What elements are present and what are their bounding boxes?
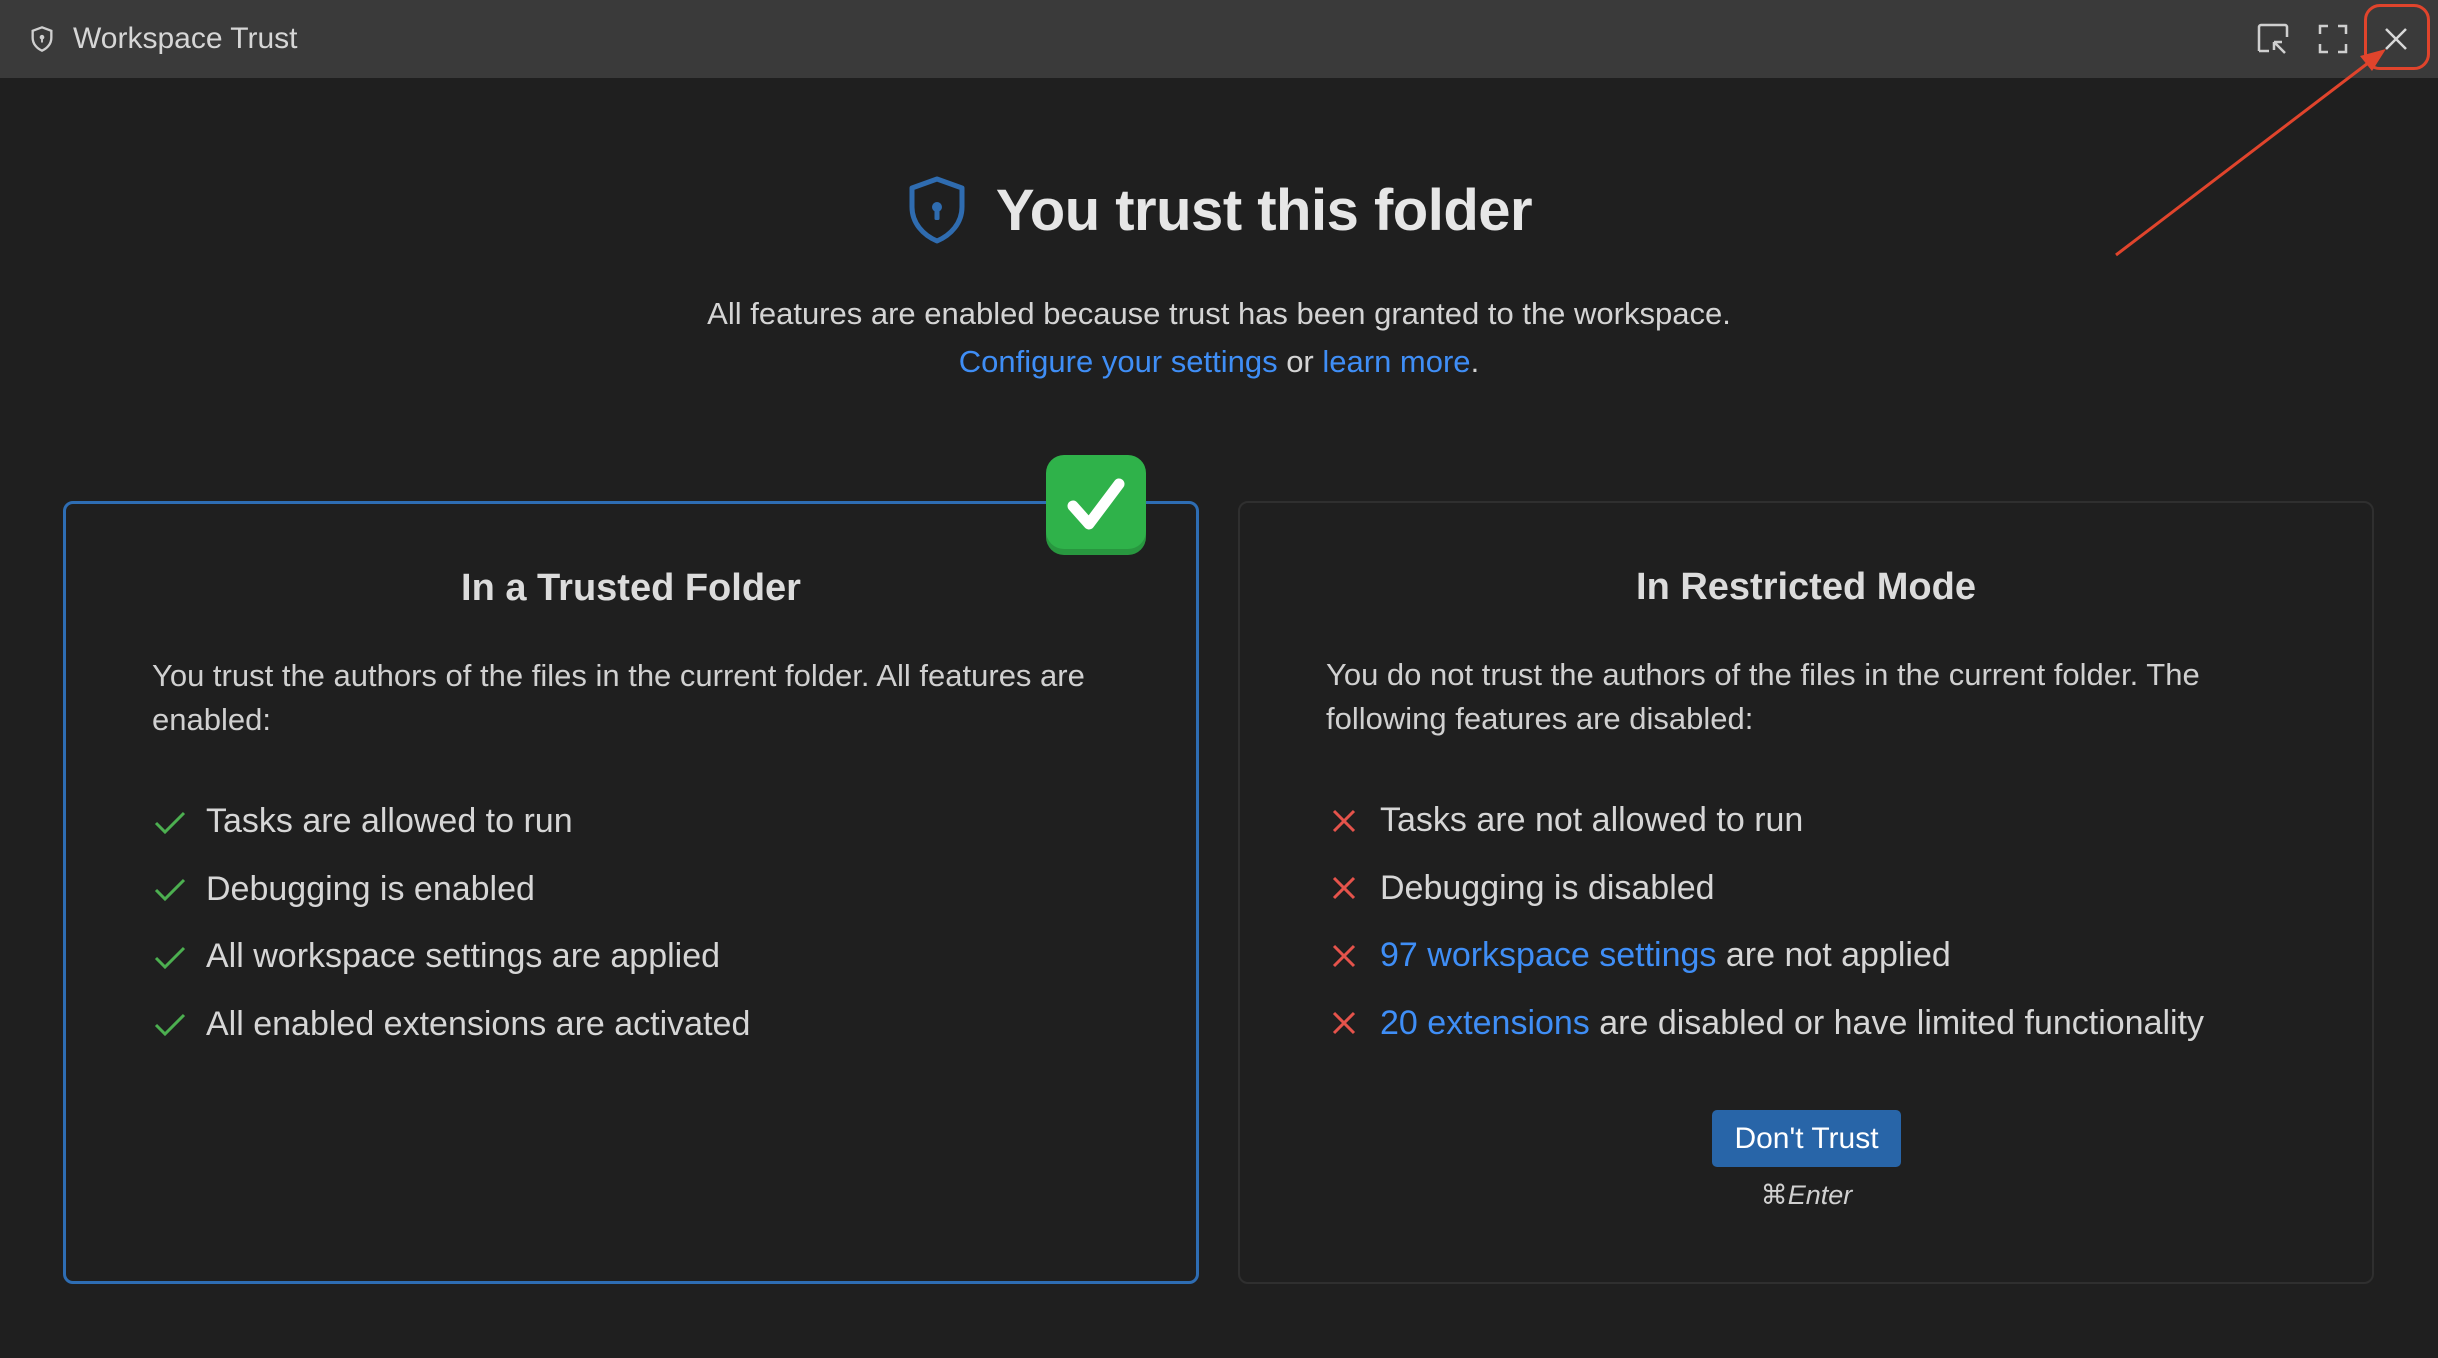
feature-text: Tasks are not allowed to run	[1380, 801, 1804, 840]
popout-button[interactable]	[2252, 18, 2294, 60]
popout-icon	[2257, 23, 2289, 54]
shield-icon	[31, 26, 53, 52]
maximize-icon	[2318, 24, 2348, 54]
page-title: You trust this folder	[995, 177, 1533, 243]
list-item: Tasks are allowed to run	[152, 788, 750, 856]
close-button[interactable]	[2375, 18, 2417, 60]
card-description: You do not trust the authors of the file…	[1326, 657, 2200, 736]
or-text: or	[1277, 344, 1323, 379]
trust-description: All features are enabled because trust h…	[0, 290, 2438, 386]
card-title: In Restricted Mode	[1636, 566, 1976, 608]
list-item: Debugging is disabled	[1326, 855, 2204, 923]
check-icon	[154, 1014, 186, 1037]
dont-trust-button[interactable]: Don't Trust	[1712, 1110, 1901, 1167]
card-description: You trust the authors of the files in th…	[152, 658, 1085, 737]
maximize-button[interactable]	[2312, 18, 2354, 60]
title-bar: Workspace Trust	[0, 0, 2438, 78]
workspace-settings-link[interactable]: 97 workspace settings	[1380, 936, 1716, 975]
list-item: Tasks are not allowed to run	[1326, 787, 2204, 855]
close-icon	[2385, 28, 2407, 50]
x-icon	[1332, 1012, 1356, 1035]
card-title: In a Trusted Folder	[461, 567, 801, 609]
check-icon	[154, 811, 186, 834]
trusted-folder-card: In a Trusted Folder You trust the author…	[63, 501, 1199, 1284]
white-check-icon	[1067, 478, 1125, 530]
feature-text: Debugging is disabled	[1380, 868, 1715, 907]
trust-header: You trust this folder	[0, 160, 2438, 260]
learn-more-link[interactable]: learn more	[1322, 344, 1470, 379]
configure-settings-link[interactable]: Configure your settings	[959, 344, 1278, 379]
feature-text: are disabled or have limited functionali…	[1589, 1003, 2205, 1042]
check-icon	[154, 879, 186, 902]
check-icon	[154, 946, 186, 969]
extensions-link[interactable]: 20 extensions	[1380, 1004, 1590, 1043]
feature-text: Debugging is enabled	[206, 869, 535, 908]
description-links: Configure your settings or learn more.	[0, 338, 2438, 386]
feature-text: Tasks are allowed to run	[206, 802, 573, 841]
list-item: 97 workspace settings are not applied	[1326, 922, 2204, 990]
description-text: All features are enabled because trust h…	[707, 296, 1731, 331]
x-icon	[1332, 877, 1356, 900]
x-icon	[1332, 809, 1356, 832]
feature-text: All enabled extensions are activated	[206, 1004, 751, 1043]
list-item: All workspace settings are applied	[152, 923, 750, 991]
enabled-features-list: Tasks are allowed to run Debugging is en…	[152, 788, 750, 1058]
list-item: Debugging is enabled	[152, 856, 750, 924]
period-text: .	[1470, 344, 1480, 379]
list-item: 20 extensions are disabled or have limit…	[1326, 990, 2204, 1058]
x-icon	[1332, 944, 1356, 967]
feature-text: All workspace settings are applied	[206, 937, 721, 976]
keyboard-shortcut-hint: ⌘Enter	[1760, 1180, 1853, 1210]
shield-icon	[909, 176, 965, 244]
check-mark-button-icon	[1046, 455, 1146, 555]
disabled-features-list: Tasks are not allowed to run Debugging i…	[1326, 787, 2204, 1057]
window-title: Workspace Trust	[73, 22, 298, 55]
list-item: All enabled extensions are activated	[152, 991, 750, 1059]
feature-text: are not applied	[1716, 936, 1951, 975]
workspace-trust-window: Workspace Trust You trust this folder Al…	[0, 0, 2438, 1358]
